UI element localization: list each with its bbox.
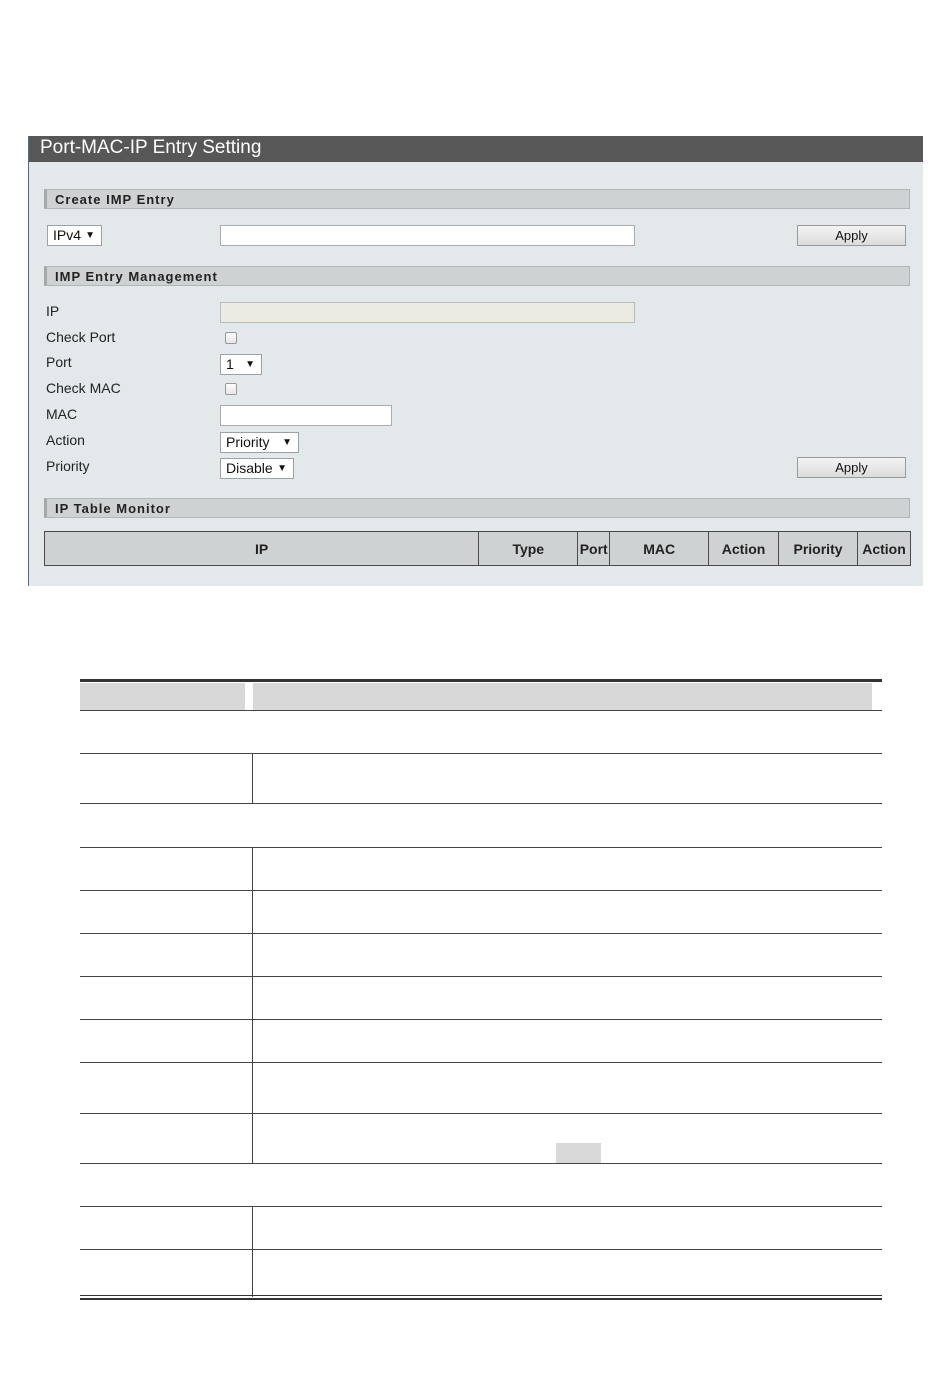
ip-label: IP xyxy=(46,303,60,319)
table-row-divider xyxy=(80,803,882,804)
table-row-divider xyxy=(80,753,882,754)
check-port-checkbox[interactable] xyxy=(225,332,237,344)
ip-type-select-value: IPv4 xyxy=(53,227,82,243)
ip-type-select[interactable]: IPv4 ▼ xyxy=(47,225,102,246)
create-imp-entry-header: Create IMP Entry xyxy=(44,189,910,209)
priority-label: Priority xyxy=(46,458,90,474)
column-header-action: Action xyxy=(708,531,780,566)
panel-title: Port-MAC-IP Entry Setting xyxy=(29,136,923,162)
ip-address-input[interactable] xyxy=(220,225,635,246)
priority-select-value: Disable xyxy=(226,460,273,476)
mac-label: MAC xyxy=(46,406,78,422)
port-select-value: 1 xyxy=(226,356,234,372)
table-column-divider xyxy=(252,1207,253,1297)
priority-select[interactable]: Disable ▼ xyxy=(220,458,294,479)
table-bottom-border xyxy=(80,1298,882,1300)
port-select[interactable]: 1 ▼ xyxy=(220,354,262,375)
mac-input[interactable] xyxy=(220,405,392,426)
action-select-value: Priority xyxy=(226,434,270,450)
column-header-type: Type xyxy=(478,531,579,566)
table-row-divider xyxy=(80,1062,882,1063)
column-header-port: Port xyxy=(577,531,611,566)
management-apply-button[interactable]: Apply xyxy=(797,457,906,478)
ip-table-monitor: IP Type Port MAC Action Priority Action xyxy=(43,531,912,566)
ip-table-monitor-header: IP Table Monitor xyxy=(44,498,910,518)
table-row-divider xyxy=(80,710,882,711)
check-mac-label: Check MAC xyxy=(46,380,121,396)
management-ip-input xyxy=(220,302,635,323)
action-select[interactable]: Priority ▼ xyxy=(220,432,299,453)
dropdown-arrow-icon: ▼ xyxy=(85,230,95,241)
column-header-action-2: Action xyxy=(856,531,912,566)
table-header-divider xyxy=(245,683,253,711)
check-port-label: Check Port xyxy=(46,329,116,345)
column-header-mac: MAC xyxy=(609,531,710,566)
table-row-divider xyxy=(80,1019,882,1020)
parameter-description-table xyxy=(80,679,882,1301)
table-row-divider xyxy=(80,933,882,934)
table-row-divider xyxy=(80,1163,882,1164)
port-mac-ip-entry-setting-panel: Port-MAC-IP Entry Setting Create IMP Ent… xyxy=(28,136,923,586)
table-row-divider xyxy=(80,1113,882,1114)
check-mac-checkbox[interactable] xyxy=(225,383,237,395)
table-row-divider xyxy=(80,1249,882,1250)
table-bottom-border xyxy=(80,1295,882,1296)
action-label: Action xyxy=(46,432,85,448)
inline-button-image xyxy=(556,1143,601,1163)
table-header-row xyxy=(80,683,882,711)
dropdown-arrow-icon: ▼ xyxy=(282,437,292,448)
table-header-edge xyxy=(872,683,882,711)
column-header-priority: Priority xyxy=(778,531,858,566)
table-column-divider xyxy=(252,848,253,1163)
table-column-divider xyxy=(252,754,253,804)
column-header-ip: IP xyxy=(43,531,480,566)
table-row-divider xyxy=(80,1206,882,1207)
port-label: Port xyxy=(46,354,72,370)
table-header-row: IP Type Port MAC Action Priority Action xyxy=(43,531,912,566)
table-row-divider xyxy=(80,976,882,977)
imp-entry-management-header: IMP Entry Management xyxy=(44,266,910,286)
dropdown-arrow-icon: ▼ xyxy=(245,359,255,370)
dropdown-arrow-icon: ▼ xyxy=(277,463,287,474)
create-apply-button[interactable]: Apply xyxy=(797,225,906,246)
table-row-divider xyxy=(80,847,882,848)
table-top-border xyxy=(80,679,882,682)
table-row-divider xyxy=(80,890,882,891)
